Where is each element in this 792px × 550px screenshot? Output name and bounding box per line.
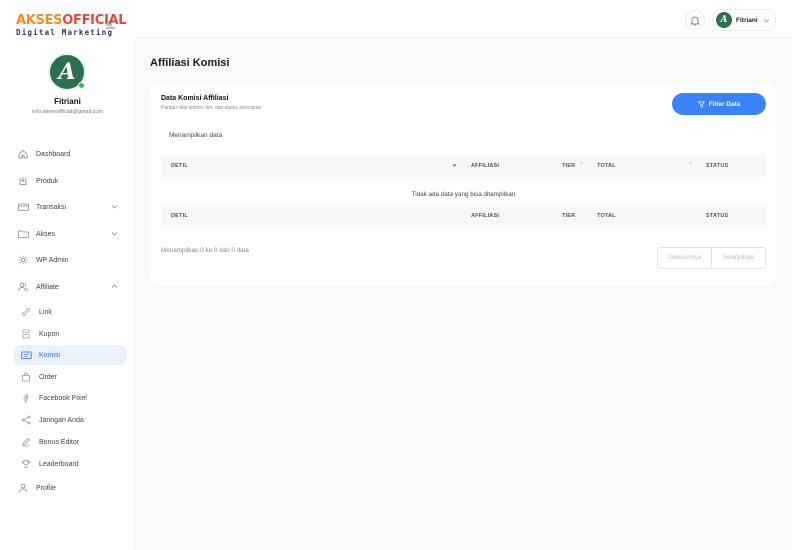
table-header: DETIL AFFILIASI TIER TOTAL STATUS [161,155,766,177]
footer-column-affiliasi: AFFILIASI [471,213,500,219]
footer-column-detil: DETIL [171,213,188,219]
edit-icon [20,436,32,448]
ticket-icon [20,328,32,340]
sidebar-item-link[interactable]: Link [14,302,126,322]
column-header-detil[interactable]: DETIL [171,155,188,177]
logo-tagline: Digital Marketing [16,28,114,37]
sidebar-item-transaksi[interactable]: Transaksi [14,197,126,217]
commission-card: Data Komisi Affiliasi Pantau nilai komis… [150,83,776,286]
next-page-button[interactable]: Selanjutnya [711,248,765,268]
user-avatar: A [716,12,732,28]
card-subtitle: Pantau nilai komisi, tier, dan status pe… [161,105,262,111]
sort-icon[interactable] [579,161,584,166]
pagination: Sebelumnya Selanjutnya [657,247,766,269]
card-title: Data Komisi Affiliasi [161,95,229,102]
online-status-dot [78,82,85,89]
column-header-total[interactable]: TOTAL [597,155,616,177]
profile-name: Fitriani [54,97,81,106]
wallet-icon [20,349,32,361]
profile-email: info.aksesofficial@gmail.com [32,109,103,115]
user-name: Fitriani [736,16,758,24]
footer-column-status: STATUS [706,213,729,219]
page-title: Affiliasi Komisi [150,57,230,69]
box-icon [17,175,29,187]
filter-icon [697,100,705,108]
sidebar-item-dashboard[interactable]: Dashboard [14,144,126,164]
user-icon [17,482,29,494]
sidebar-item-komisi[interactable]: Komisi [14,345,126,365]
credit-card-icon [17,201,29,213]
facebook-icon [20,392,32,404]
users-icon [17,281,29,293]
settings-icon [17,254,29,266]
shopping-bag-icon [20,371,32,383]
sidebar-item-facebook-pixel[interactable]: Facebook Pixel [14,388,126,408]
sort-icon[interactable] [688,161,693,166]
chevron-down-icon [111,205,118,209]
sidebar-item-bonus-editor[interactable]: Bonus Editor [14,432,126,452]
pagination-info: Menampilkan 0 ke 0 dari 0 data [161,247,249,254]
sidebar-item-order[interactable]: Order [14,367,126,387]
chevron-down-icon [111,232,118,236]
sidebar-item-leaderboard[interactable]: Leaderboard [14,454,126,474]
column-header-status[interactable]: STATUS [706,155,728,177]
folder-icon [17,228,29,240]
footer-column-total: TOTAL [597,213,616,219]
logo-text-left: AKSES [16,13,63,28]
filter-data-button[interactable]: Filter Data [672,93,766,115]
empty-table-message: Tidak ada data yang bisa ditampilkan [411,191,516,198]
share-icon [20,414,32,426]
chevron-up-icon [111,284,118,288]
sidebar-item-profile[interactable]: Profile [14,478,126,498]
sidebar-item-akses[interactable]: Akses [14,224,126,244]
chevron-down-icon [763,18,769,23]
showing-label: Menampilkan data [169,132,223,139]
column-header-affiliasi[interactable]: AFFILIASI [471,155,499,177]
sidebar-item-wp-admin[interactable]: WP Admin [14,250,126,270]
sidebar-item-jaringan-anda[interactable]: Jaringan Anda [14,410,126,430]
sort-desc-icon[interactable] [452,163,457,168]
trophy-icon [20,458,32,470]
sidebar-item-affiliate[interactable]: Affiliate [14,277,126,297]
sidebar-item-kupon[interactable]: Kupon [14,324,126,344]
logo-text-right: OFFICIAL [62,13,127,28]
previous-page-button[interactable]: Sebelumnya [658,248,711,268]
user-menu[interactable]: A Fitriani [712,9,776,31]
sidebar: AKSESOFFICIAL Digital Marketing A Fitria… [0,0,135,550]
home-icon [17,148,29,160]
bell-icon [690,16,700,25]
footer-column-tier: TIER [562,213,576,219]
sidebar-item-produk[interactable]: Produk [14,171,126,191]
table-footer: DETIL AFFILIASI TIER TOTAL STATUS [161,205,766,227]
link-icon [20,306,32,318]
menu-collapse-icon[interactable] [106,21,115,29]
notification-button[interactable] [685,10,705,30]
column-header-tier[interactable]: TIER [562,155,575,177]
